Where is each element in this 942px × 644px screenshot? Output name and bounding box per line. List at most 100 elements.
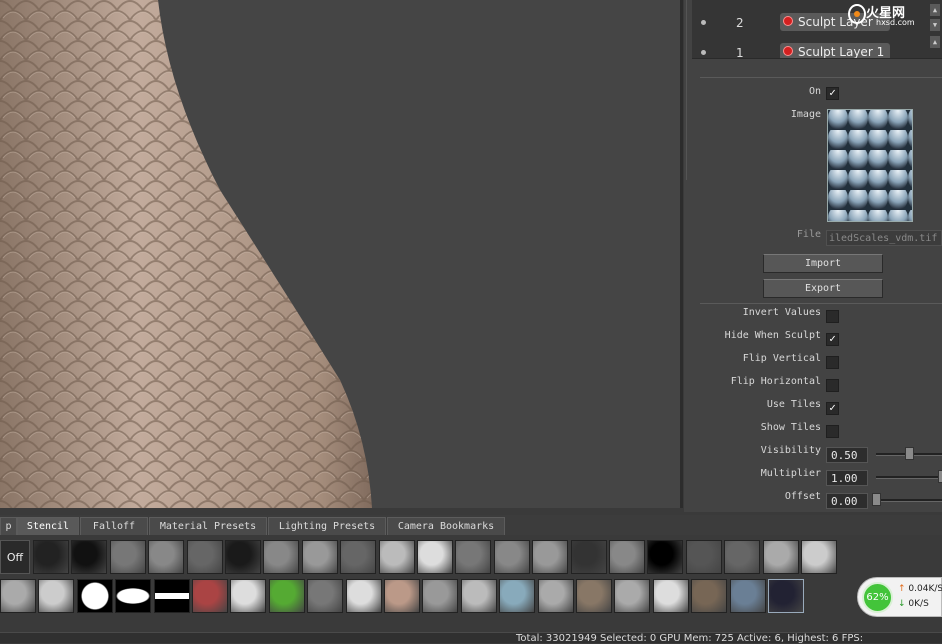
stencil-tile[interactable] [33,540,69,574]
multiplier-field[interactable]: 1.00 [826,470,868,486]
hide-when-sculpt-label: Hide When Sculpt [724,330,821,341]
stencil-tile[interactable] [307,579,344,613]
show-tiles-checkbox[interactable] [826,425,839,438]
upload-rate: ↑ 0.04K/S [898,584,942,594]
offset-slider[interactable] [872,493,942,506]
stencil-tile[interactable] [455,540,492,574]
layer-mute-icon[interactable] [783,46,793,56]
viewport[interactable] [0,0,683,508]
status-bar-text: Total: 33021949 Selected: 0 GPU Mem: 725… [516,633,864,644]
stencil-tile[interactable] [71,540,108,574]
stencil-tile[interactable] [493,540,530,574]
visibility-slider[interactable] [876,447,942,460]
stencil-tile[interactable] [38,579,75,613]
stencil-tile[interactable] [76,579,113,613]
visibility-dot-icon[interactable] [701,20,706,25]
stencil-tile[interactable] [153,579,190,613]
image-label: Image [790,109,821,120]
stencil-tile[interactable] [460,579,497,613]
stencil-tile[interactable] [762,540,799,574]
invert-values-checkbox[interactable] [826,310,839,323]
scroll-up-icon[interactable]: ▲ [930,36,940,48]
stencil-tile[interactable] [652,579,689,613]
stencil-tile[interactable] [768,579,804,613]
layer-name: Sculpt Layer 1 [798,45,885,58]
stencil-tile[interactable] [576,579,612,613]
stencil-tile[interactable] [647,540,684,574]
stencil-tile[interactable] [230,579,267,613]
tab-material-presets[interactable]: Material Presets [149,517,267,535]
file-label: File [796,229,821,240]
visibility-field[interactable]: 0.50 [826,447,868,463]
use-tiles-label: Use Tiles [766,399,821,410]
stencil-tile[interactable] [263,540,300,574]
stencil-tile[interactable] [724,540,761,574]
layer-number: 2 [736,16,744,30]
stencil-tile[interactable] [537,579,574,613]
stencil-tile[interactable] [570,540,607,574]
offset-slider-handle[interactable] [872,493,881,506]
tab-partial[interactable]: p [0,517,17,535]
on-checkbox[interactable]: ✓ [826,87,839,100]
stencil-tile[interactable] [186,540,223,574]
flip-horizontal-checkbox[interactable] [826,379,839,392]
hide-when-sculpt-checkbox[interactable]: ✓ [826,333,839,346]
visibility-dot-icon[interactable] [701,50,706,55]
stencil-tile[interactable] [268,579,305,613]
invert-values-label: Invert Values [742,307,821,318]
stencil-tile[interactable] [340,540,377,574]
stencil-tile[interactable] [532,540,569,574]
stencil-tile[interactable] [345,579,382,613]
bottom-tray-tabs: p Stencil Falloff Material Presets Light… [0,515,942,536]
tab-stencil[interactable]: Stencil [17,517,79,535]
stencil-image-thumbnail[interactable] [827,109,913,222]
logo-url: hxsd.com [876,18,915,27]
multiplier-slider[interactable] [876,470,942,483]
stencil-tile[interactable] [115,579,152,613]
panel-divider-vertical [686,0,687,180]
stencil-tile[interactable] [109,540,146,574]
stencil-tile[interactable] [192,579,228,613]
layer-mute-icon[interactable] [783,16,793,26]
multiplier-slider-handle[interactable] [938,470,942,483]
stencil-tile[interactable] [801,540,837,574]
file-path-field[interactable]: iledScales_vdm.tif [826,230,942,246]
download-rate-value: 0K/S [908,599,929,609]
scroll-down-icon[interactable]: ▼ [930,19,940,31]
layer-row[interactable]: 1 Sculpt Layer 1 [692,42,942,58]
stencil-tile[interactable] [614,579,651,613]
export-button[interactable]: Export [763,279,883,298]
multiplier-label: Multiplier [760,468,821,479]
stencil-tile[interactable] [691,579,728,613]
tab-lighting-presets[interactable]: Lighting Presets [268,517,386,535]
stencil-tile[interactable] [685,540,722,574]
flip-vertical-checkbox[interactable] [826,356,839,369]
scroll-up-icon[interactable]: ▲ [930,4,940,16]
on-label: On [808,86,821,97]
stencil-tile[interactable] [417,540,453,574]
stencil-tile[interactable] [225,540,261,574]
tab-falloff[interactable]: Falloff [80,517,148,535]
stencil-tile[interactable] [378,540,415,574]
download-rate: ↓ 0K/S [898,599,929,609]
tab-camera-bookmarks[interactable]: Camera Bookmarks [387,517,505,535]
network-monitor-widget[interactable]: 62% ↑ 0.04K/S ↓ 0K/S [857,577,942,617]
visibility-label: Visibility [760,445,821,456]
import-button[interactable]: Import [763,254,883,273]
use-tiles-checkbox[interactable]: ✓ [826,402,839,415]
section-divider [700,303,942,304]
upload-arrow-icon: ↑ [898,584,906,594]
stencil-tile[interactable] [609,540,645,574]
stencil-tile[interactable] [422,579,459,613]
stencil-tile[interactable] [499,579,536,613]
layer-name-button[interactable]: Sculpt Layer 1 [780,43,890,58]
visibility-slider-handle[interactable] [905,447,914,460]
stencil-off-button[interactable]: Off [0,540,30,574]
stencil-tile[interactable] [0,579,36,613]
stencil-tile[interactable] [384,579,420,613]
stencil-tile[interactable] [729,579,766,613]
upload-rate-value: 0.04K/S [908,584,942,594]
offset-field[interactable]: 0.00 [826,493,868,509]
stencil-tile[interactable] [301,540,338,574]
stencil-tile[interactable] [148,540,185,574]
